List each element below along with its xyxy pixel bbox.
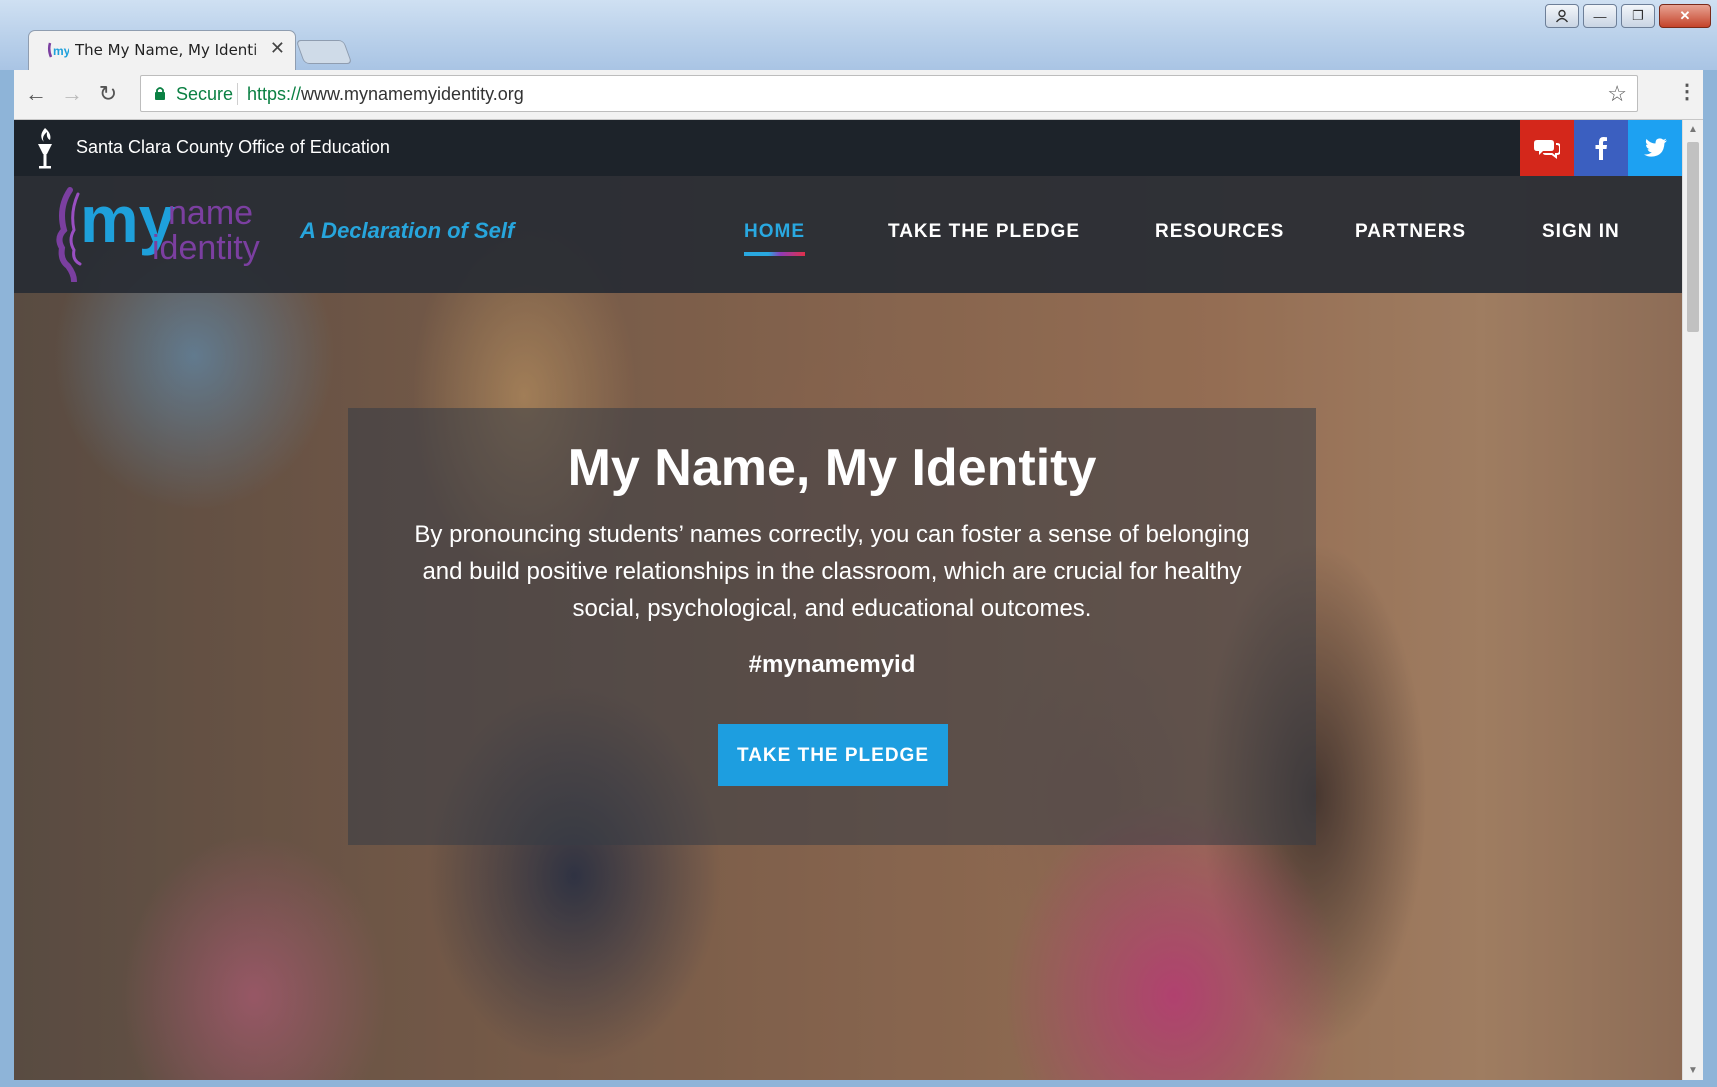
hero-card: My Name, My Identity By pronouncing stud… [348, 408, 1316, 845]
nav-active-underline [744, 252, 805, 256]
nav-home[interactable]: HOME [744, 221, 805, 256]
nav-take-the-pledge[interactable]: TAKE THE PLEDGE [888, 221, 1080, 243]
back-icon[interactable]: ← [22, 80, 50, 108]
utility-bar: Santa Clara County Office of Education [14, 120, 1682, 176]
nav-home-label: HOME [744, 221, 805, 242]
social-links [1520, 120, 1682, 176]
browser-menu-icon[interactable]: ⋮ [1677, 80, 1697, 104]
nav-partners[interactable]: PARTNERS [1355, 221, 1466, 243]
mynameidentity-logo[interactable]: my name identity [52, 184, 272, 282]
minimize-button[interactable]: — [1583, 4, 1617, 28]
scrollbar-thumb[interactable] [1687, 142, 1699, 332]
url-host: www.mynamemyidentity.org [301, 84, 524, 104]
nav-resources-label: RESOURCES [1155, 221, 1285, 242]
nav-take-the-pledge-label: TAKE THE PLEDGE [888, 221, 1080, 242]
hero-hashtag: #mynamemyid [748, 651, 916, 678]
bookmark-star-icon[interactable]: ☆ [1607, 81, 1627, 107]
browser-toolbar: ← → ↻ Secure https://www.mynamemyidentit… [14, 70, 1703, 120]
reload-icon[interactable]: ↻ [94, 80, 122, 108]
url-text[interactable]: https://www.mynamemyidentity.org [247, 84, 524, 105]
chat-icon[interactable] [1520, 120, 1574, 176]
secure-label: Secure [176, 84, 234, 104]
new-tab-button[interactable] [295, 40, 353, 64]
omnibox-divider [237, 83, 238, 105]
facebook-icon[interactable] [1574, 120, 1628, 176]
forward-icon[interactable]: → [58, 80, 86, 108]
tab-title: The My Name, My Identi [75, 41, 281, 59]
org-name: Santa Clara County Office of Education [76, 137, 390, 157]
window-titlebar: my The My Name, My Identi ✕ — ❐ ✕ [0, 0, 1717, 70]
hero-title: My Name, My Identity [567, 439, 1097, 497]
page-viewport: Santa Clara County Office of Education m… [14, 120, 1682, 1080]
scroll-down-arrow-icon[interactable]: ▼ [1688, 1065, 1698, 1076]
torch-icon [38, 128, 52, 169]
nav-sign-in-label: SIGN IN [1542, 221, 1620, 242]
logo-name-text: name [168, 194, 253, 232]
lock-icon [155, 87, 165, 100]
maximize-button[interactable]: ❐ [1621, 4, 1655, 28]
tagline: A Declaration of Self [300, 218, 515, 243]
user-profile-icon[interactable] [1545, 4, 1579, 28]
take-the-pledge-button[interactable]: TAKE THE PLEDGE [718, 724, 948, 786]
address-bar[interactable]: Secure https://www.mynamemyidentity.org … [140, 75, 1638, 112]
site-favicon-icon: my [47, 42, 69, 58]
logo-identity-text: identity [152, 229, 260, 267]
scroll-up-arrow-icon[interactable]: ▲ [1688, 124, 1698, 135]
nav-partners-label: PARTNERS [1355, 221, 1467, 242]
svg-text:my: my [53, 44, 69, 58]
hero-description: By pronouncing students’ names correctly… [414, 521, 1250, 622]
close-window-button[interactable]: ✕ [1659, 4, 1711, 28]
main-navigation: my name identity A Declaration of Self H… [14, 176, 1682, 293]
browser-tab[interactable]: my The My Name, My Identi ✕ [28, 30, 296, 70]
nav-sign-in[interactable]: SIGN IN [1542, 221, 1620, 243]
page-scrollbar[interactable]: ▲ ▼ [1682, 120, 1703, 1080]
url-scheme: https:// [247, 84, 302, 104]
twitter-icon[interactable] [1628, 120, 1682, 176]
nav-resources[interactable]: RESOURCES [1155, 221, 1284, 243]
tab-close-icon[interactable]: ✕ [270, 38, 285, 58]
